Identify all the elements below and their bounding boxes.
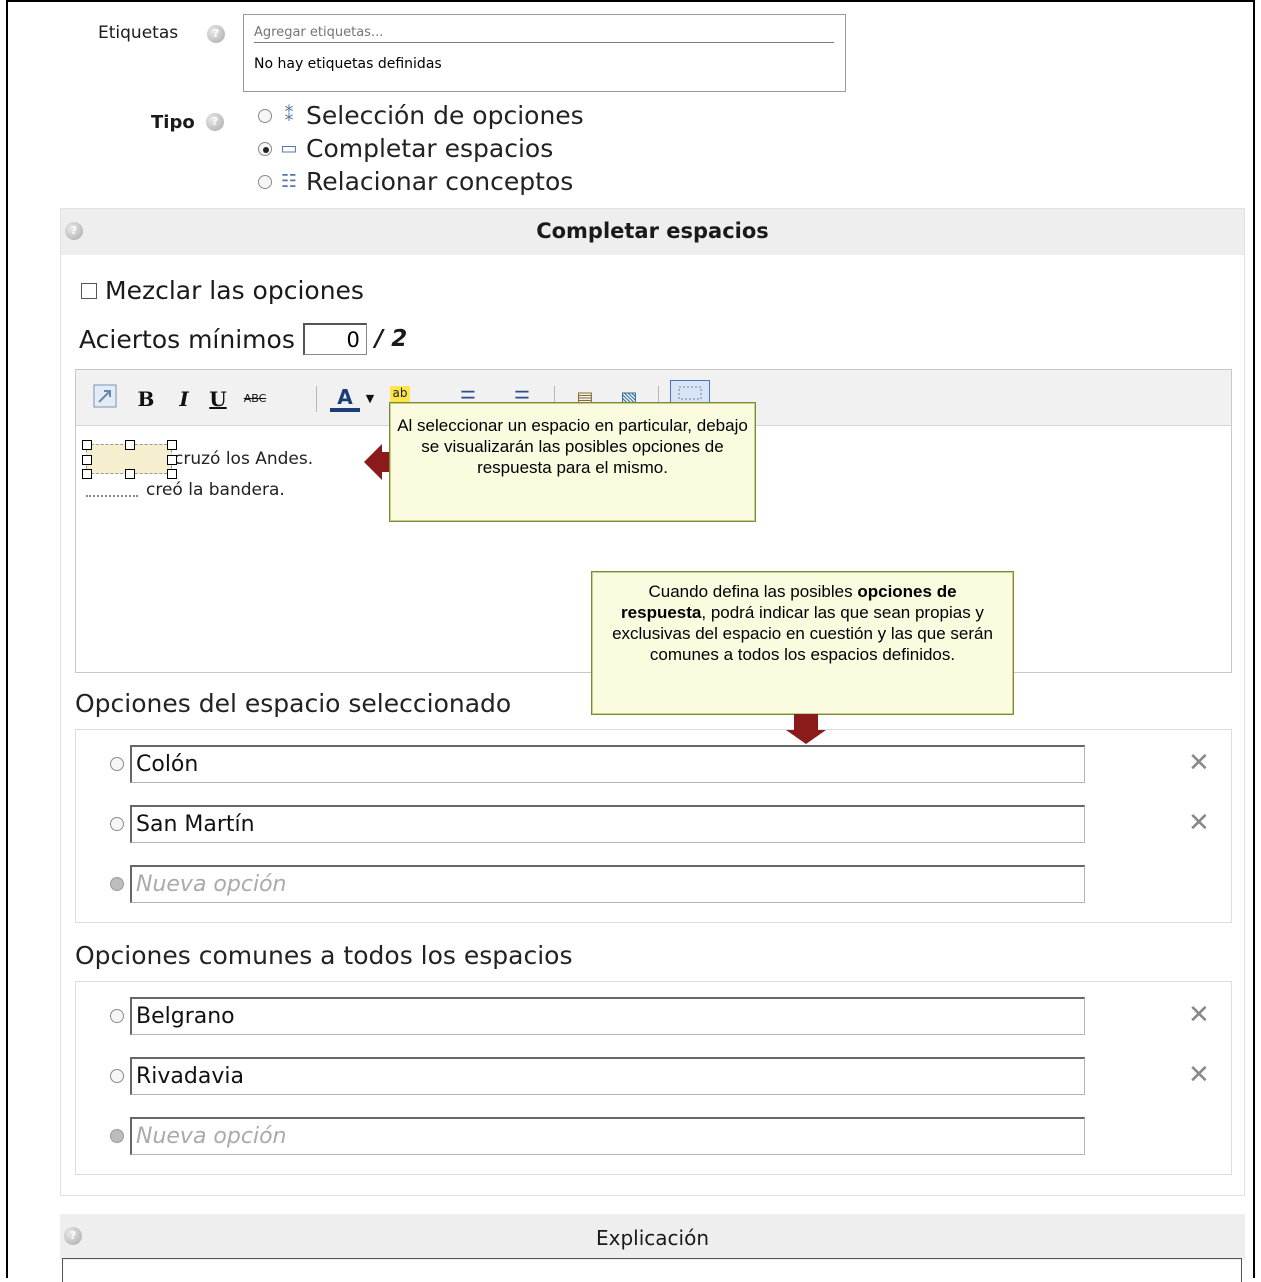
remove-icon[interactable]: ✕ — [1188, 748, 1210, 778]
strikethrough-button[interactable]: ABC — [238, 384, 272, 414]
selected-blank[interactable] — [82, 440, 177, 479]
highlight-icon[interactable]: ab — [390, 386, 410, 402]
explicacion-panel: ? Explicación — [60, 1214, 1245, 1282]
space-options-title: Opciones del espacio seleccionado — [75, 689, 512, 718]
mix-options-row[interactable]: Mezclar las opciones — [81, 276, 364, 305]
new-option-input[interactable] — [130, 1117, 1085, 1155]
panel-header: ? Explicación — [60, 1214, 1245, 1260]
callout-text: Al seleccionar un espacio en particular,… — [397, 416, 748, 477]
remove-icon[interactable]: ✕ — [1188, 808, 1210, 838]
remove-icon[interactable]: ✕ — [1188, 1060, 1210, 1090]
tags-empty-text: No hay etiquetas definidas — [254, 56, 442, 72]
option-input[interactable] — [130, 745, 1085, 783]
editor-line-1: cruzó los Andes. — [82, 440, 314, 479]
help-icon[interactable]: ? — [206, 113, 224, 131]
new-option-row — [110, 1117, 1085, 1155]
option-input[interactable] — [130, 997, 1085, 1035]
panel-title: Explicación — [596, 1226, 709, 1250]
callout-arrow-down — [786, 714, 826, 744]
new-option-input[interactable] — [130, 865, 1085, 903]
tipo-option-seleccion[interactable]: ⁑ Selección de opciones — [258, 101, 584, 130]
tipo-option-label: Selección de opciones — [306, 101, 584, 130]
mix-checkbox[interactable] — [81, 282, 97, 299]
radio-button[interactable] — [110, 1069, 124, 1083]
italic-button[interactable]: I — [172, 384, 196, 414]
common-options-title: Opciones comunes a todos los espacios — [75, 941, 573, 970]
help-icon[interactable]: ? — [207, 25, 225, 43]
annotation-callout: Al seleccionar un espacio en particular,… — [389, 402, 756, 522]
tipo-option-label: Completar espacios — [306, 134, 554, 163]
annotation-callout: Cuando defina las posibles opciones de r… — [591, 571, 1014, 715]
callout-text: Cuando defina las posibles — [648, 582, 858, 601]
radio-button-disabled — [110, 877, 124, 891]
underline-button[interactable]: U — [206, 384, 230, 414]
tipo-option-relacionar[interactable]: ☷ Relacionar conceptos — [258, 167, 573, 196]
radio-button-disabled — [110, 1129, 124, 1143]
radio-button-selected[interactable] — [258, 141, 272, 156]
common-options-box: ✕ ✕ — [75, 981, 1232, 1175]
mix-label: Mezclar las opciones — [105, 276, 364, 305]
tipo-label: Tipo — [151, 112, 195, 133]
editor-line-2: creó la bandera. — [86, 480, 285, 500]
aciertos-row: Aciertos mínimos / 2 — [79, 323, 407, 355]
radio-button[interactable] — [258, 174, 272, 189]
radio-button[interactable] — [110, 757, 124, 771]
radio-button[interactable] — [110, 817, 124, 831]
radio-button[interactable] — [110, 1009, 124, 1023]
explicacion-editor[interactable] — [62, 1258, 1242, 1282]
editor-text: creó la bandera. — [146, 480, 285, 500]
option-row — [110, 997, 1085, 1035]
choice-icon: ⁑ — [284, 105, 294, 126]
editor-text: cruzó los Andes. — [174, 449, 314, 469]
aciertos-total: / 2 — [374, 326, 408, 352]
panel-header: ? Completar espacios — [61, 209, 1244, 255]
aciertos-input[interactable] — [302, 323, 367, 355]
option-row — [110, 1057, 1085, 1095]
font-color-icon[interactable]: A — [330, 384, 360, 412]
new-option-row — [110, 865, 1085, 903]
option-input[interactable] — [130, 805, 1085, 843]
toolbar-separator — [316, 386, 317, 412]
match-list-icon: ☷ — [280, 171, 298, 192]
aciertos-label: Aciertos mínimos — [79, 324, 295, 354]
tags-input[interactable] — [254, 25, 834, 43]
option-row — [110, 805, 1085, 843]
remove-icon[interactable]: ✕ — [1188, 1000, 1210, 1030]
space-options-box: ✕ ✕ — [75, 729, 1232, 923]
tipo-option-completar[interactable]: ▭ Completar espacios — [258, 134, 553, 163]
option-input[interactable] — [130, 1057, 1085, 1095]
radio-button[interactable] — [258, 108, 272, 123]
blank-field-icon: ▭ — [280, 138, 298, 159]
tags-label: Etiquetas — [98, 23, 179, 43]
option-row — [110, 745, 1085, 783]
tags-box: No hay etiquetas definidas — [243, 14, 846, 92]
panel-title: Completar espacios — [536, 219, 769, 243]
blank-field[interactable] — [86, 483, 138, 497]
chevron-down-icon[interactable]: ▼ — [364, 384, 376, 414]
expand-icon[interactable] — [92, 384, 118, 414]
bold-button[interactable]: B — [134, 384, 158, 414]
tipo-option-label: Relacionar conceptos — [306, 167, 574, 196]
